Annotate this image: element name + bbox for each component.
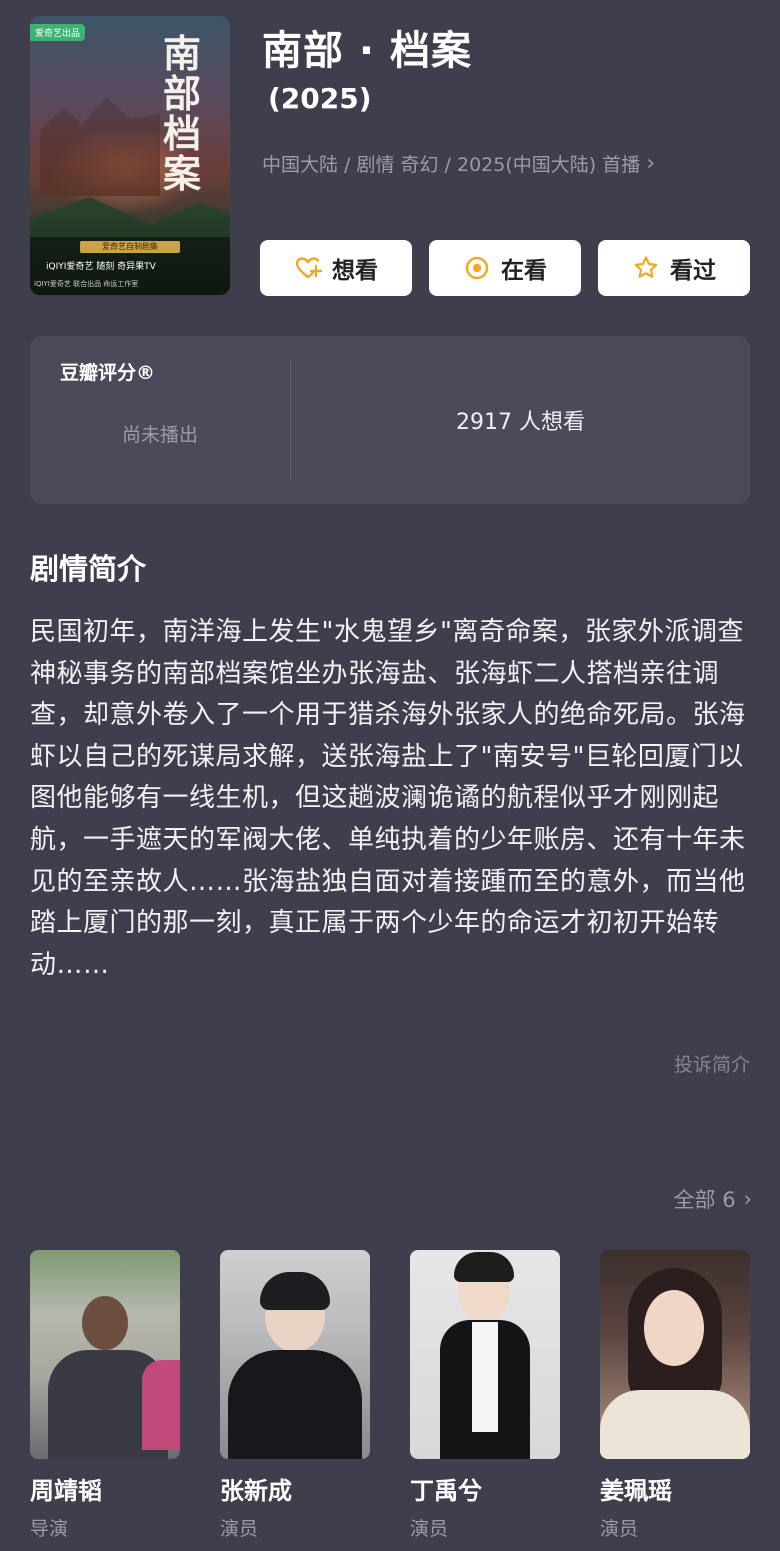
cast-role: 导演 [30, 1518, 69, 1540]
poster-buildings [40, 97, 160, 196]
target-icon [463, 254, 491, 282]
cast-role: 演员 [600, 1518, 639, 1540]
watched-label: 看过 [670, 258, 716, 284]
cast-name: 周靖韬 [30, 1477, 102, 1505]
cast-card-4[interactable]: 姜珮瑶 演员 [600, 1250, 750, 1541]
cast-card-3[interactable]: 丁禹兮 演员 [410, 1250, 560, 1541]
cast-name: 丁禹兮 [410, 1477, 482, 1505]
watching-button[interactable]: 在看 [429, 240, 581, 296]
page-title: 南部 · 档案 [262, 28, 473, 74]
cast-card-2[interactable]: 张新成 演员 [220, 1250, 370, 1541]
all-cast-label: 全部 6 [673, 1188, 736, 1212]
watched-button[interactable]: 看过 [598, 240, 750, 296]
movie-meta-text: 中国大陆 / 剧情 奇幻 / 2025(中国大陆) 首播 [262, 154, 641, 176]
synopsis-text: 民国初年，南洋海上发生"水鬼望乡"离奇命案，张家外派调查神秘事务的南部档案馆坐办… [30, 617, 746, 980]
poster-title-art: 南部档案 [162, 31, 201, 196]
poster-badge: 爱奇艺出品 [30, 24, 86, 41]
cast-role: 演员 [410, 1518, 449, 1540]
cast-photo-figure [142, 1360, 180, 1450]
rating-label: 豆瓣评分® [60, 362, 156, 384]
cast-photo-figure [228, 1350, 362, 1459]
synopsis-title: 剧情简介 [30, 552, 147, 586]
cast-photo [600, 1250, 750, 1459]
chevron-right-icon: › [646, 151, 656, 176]
cast-photo-figure [454, 1252, 514, 1282]
cast-name: 张新成 [220, 1477, 292, 1505]
poster-small-print: iQIYI爱奇艺 联合出品 命运工作室 [34, 280, 139, 288]
cast-card-1[interactable]: 周靖韬 导演 [30, 1250, 180, 1541]
poster-footer: 爱奇艺自制剧集 iQIYI爱奇艺 随刻 奇异果TV iQIYI爱奇艺 联合出品 … [30, 237, 230, 295]
wish-count: 2917 人想看 [456, 410, 585, 435]
cast-photo [220, 1250, 370, 1459]
cast-photo [30, 1250, 180, 1459]
poster-logos: iQIYI爱奇艺 随刻 奇异果TV [46, 262, 156, 272]
cast-role: 演员 [220, 1518, 259, 1540]
poster-image[interactable]: 爱奇艺出品 南部档案 爱奇艺自制剧集 iQIYI爱奇艺 随刻 奇异果TV iQI… [30, 16, 230, 295]
release-year: (2025) [268, 82, 372, 115]
cast-photo-figure [260, 1272, 330, 1310]
heart-plus-icon [294, 254, 322, 282]
want-label: 想看 [332, 258, 378, 284]
poster-banner: 爱奇艺自制剧集 [80, 241, 180, 253]
rating-status: 尚未播出 [121, 424, 198, 446]
all-cast-link[interactable]: 全部 6 › [674, 1184, 752, 1214]
movie-meta-link[interactable]: 中国大陆 / 剧情 奇幻 / 2025(中国大陆) 首播 › [262, 150, 655, 177]
complain-synopsis-link[interactable]: 投诉简介 [674, 1050, 750, 1077]
chevron-right-icon: › [743, 1187, 752, 1211]
cast-photo-figure [82, 1296, 128, 1350]
cast-photo-figure [472, 1322, 498, 1432]
cast-photo-figure [644, 1290, 704, 1366]
rating-card: 豆瓣评分® 尚未播出 2917 人想看 [30, 336, 750, 504]
want-button[interactable]: 想看 [260, 240, 412, 296]
cast-photo [410, 1250, 560, 1459]
cast-name: 姜珮瑶 [600, 1477, 672, 1505]
star-icon [632, 254, 660, 282]
watching-label: 在看 [501, 258, 547, 284]
cast-photo-figure [600, 1390, 750, 1459]
